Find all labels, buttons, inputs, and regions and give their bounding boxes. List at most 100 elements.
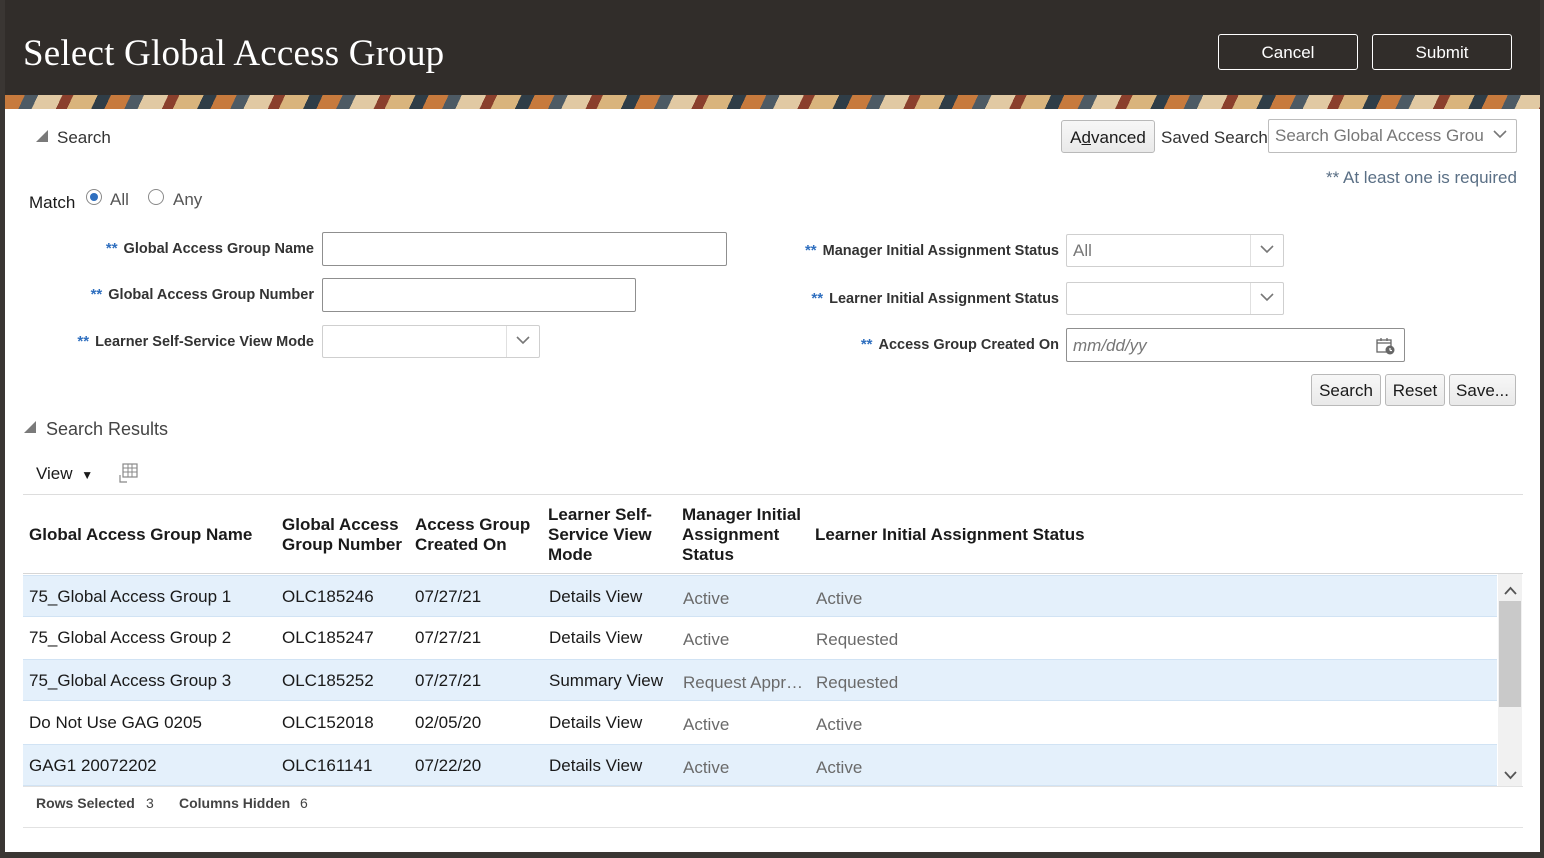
column-header[interactable]: Access Group Created On xyxy=(415,515,540,555)
gag-name-label: ** Global Access Group Name xyxy=(106,240,314,257)
decorative-banner xyxy=(5,95,1540,109)
search-results-label: Search Results xyxy=(46,419,169,439)
table-cell-created: 02/05/20 xyxy=(415,713,482,732)
required-marker: ** xyxy=(105,240,118,257)
collapse-results-icon[interactable] xyxy=(24,421,36,433)
table-cell-learner-status: Active xyxy=(816,758,863,777)
table-cell-created: 07/22/20 xyxy=(415,756,482,775)
select-global-access-group-dialog: Select Global Access Group Cancel Submit… xyxy=(5,0,1540,852)
calendar-icon[interactable] xyxy=(1376,337,1396,360)
table-row[interactable]: 75_Global Access Group 2 OLC185247 07/27/2… xyxy=(23,617,1497,659)
match-all-label: All xyxy=(110,190,129,209)
required-marker: ** xyxy=(860,336,873,353)
view-menu-label: View xyxy=(36,464,73,483)
vertical-scrollbar[interactable] xyxy=(1498,574,1522,786)
created-on-label: ** Access Group Created On xyxy=(861,336,1059,353)
gag-number-input[interactable] xyxy=(322,278,636,312)
required-note: ** At least one is required xyxy=(1326,168,1517,187)
table-cell-view-mode: Details View xyxy=(549,756,643,775)
advanced-button-label: Advanced xyxy=(1070,128,1146,147)
column-header[interactable]: Manager Initial Assignment Status xyxy=(682,505,807,565)
table-bottom-border xyxy=(23,786,1523,787)
gag-number-label-text: Global Access Group Number xyxy=(108,287,314,303)
table-row[interactable]: 75_Global Access Group 1 OLC185246 07/27/2… xyxy=(23,575,1497,617)
table-cell-name: GAG1 20072202 xyxy=(29,756,157,775)
table-cell-name: Do Not Use GAG 0205 xyxy=(29,713,202,732)
learner-status-select[interactable] xyxy=(1066,282,1284,315)
view-mode-select[interactable] xyxy=(322,325,540,358)
manager-status-select[interactable]: All xyxy=(1066,234,1284,267)
table-cell-manager-status: Active xyxy=(683,715,730,734)
table-row[interactable]: GAG1 20072202 OLC161141 07/22/20 Details Vi… xyxy=(23,744,1497,786)
reset-button[interactable]: Reset xyxy=(1385,374,1445,406)
created-on-label-text: Access Group Created On xyxy=(878,337,1060,353)
table-cell-number: OLC185247 xyxy=(282,628,374,647)
manager-status-value: All xyxy=(1073,241,1092,260)
table-cell-view-mode: Details View xyxy=(549,587,643,606)
scroll-down-icon[interactable] xyxy=(1504,767,1517,785)
collapse-search-icon[interactable] xyxy=(36,130,48,142)
table-cell-manager-status: Active xyxy=(683,758,730,777)
table-cell-learner-status: Requested xyxy=(816,630,899,649)
scroll-up-icon[interactable] xyxy=(1504,582,1517,600)
table-cell-created: 07/27/21 xyxy=(415,671,482,690)
save-search-button[interactable]: Save... xyxy=(1449,374,1516,406)
search-button[interactable]: Search xyxy=(1311,374,1381,406)
column-header[interactable]: Global Access Group Name xyxy=(29,525,252,545)
scrollbar-thumb[interactable] xyxy=(1499,601,1521,707)
required-marker: ** xyxy=(90,286,103,303)
column-header[interactable]: Learner Self-Service View Mode xyxy=(548,505,668,565)
learner-status-label-text: Learner Initial Assignment Status xyxy=(829,291,1059,307)
view-mode-label: ** Learner Self-Service View Mode xyxy=(77,333,314,350)
table-cell-learner-status: Active xyxy=(816,715,863,734)
table-cell-view-mode: Details View xyxy=(549,713,643,732)
rows-selected-label: Rows Selected xyxy=(36,795,135,811)
column-header[interactable]: Global Access Group Number xyxy=(282,515,407,555)
required-marker: ** xyxy=(804,242,817,259)
header-divider xyxy=(23,573,1523,574)
rows-selected-value: 3 xyxy=(146,795,154,811)
column-header[interactable]: Learner Initial Assignment Status xyxy=(815,525,1085,545)
gag-name-label-text: Global Access Group Name xyxy=(123,241,314,257)
chevron-down-icon[interactable] xyxy=(1250,283,1283,314)
table-row[interactable]: 75_Global Access Group 3 OLC185252 07/27/2… xyxy=(23,659,1497,701)
table-cell-manager-status: Request Appr… xyxy=(683,673,803,692)
view-menu[interactable]: View ▼ xyxy=(36,464,93,484)
saved-search-select[interactable]: Search Global Access Groups xyxy=(1268,119,1517,153)
table-cell-number: OLC185252 xyxy=(282,671,374,690)
gag-name-input[interactable] xyxy=(322,232,727,266)
table-cell-learner-status: Requested xyxy=(816,673,899,692)
table-cell-view-mode: Summary View xyxy=(549,671,663,690)
chevron-down-icon[interactable] xyxy=(1484,120,1516,151)
manager-status-label: ** Manager Initial Assignment Status xyxy=(805,242,1059,259)
table-cell-manager-status: Active xyxy=(683,589,730,608)
submit-button[interactable]: Submit xyxy=(1372,34,1512,70)
learner-status-label: ** Learner Initial Assignment Status xyxy=(811,290,1059,307)
table-cell-name: 75_Global Access Group 2 xyxy=(29,628,232,647)
table-cell-name: 75_Global Access Group 1 xyxy=(29,587,232,606)
footer-divider xyxy=(23,827,1523,828)
caret-down-icon: ▼ xyxy=(81,468,94,482)
cancel-button[interactable]: Cancel xyxy=(1218,34,1358,70)
required-marker: ** xyxy=(811,290,824,307)
detach-table-icon[interactable] xyxy=(119,463,139,488)
columns-hidden-label: Columns Hidden xyxy=(179,795,291,811)
table-cell-view-mode: Details View xyxy=(549,628,643,647)
table-cell-created: 07/27/21 xyxy=(415,628,482,647)
table-row[interactable]: Do Not Use GAG 0205 OLC152018 02/05/20 Deta… xyxy=(23,702,1497,744)
created-on-date-input[interactable]: mm/dd/yy xyxy=(1066,328,1405,362)
table-cell-name: 75_Global Access Group 3 xyxy=(29,671,232,690)
table-cell-number: OLC185246 xyxy=(282,587,374,606)
saved-search-value: Search Global Access Groups xyxy=(1275,126,1485,145)
chevron-down-icon[interactable] xyxy=(1250,235,1283,266)
required-marker: ** xyxy=(77,333,90,350)
saved-search-label: Saved Search xyxy=(1161,128,1268,147)
table-cell-number: OLC152018 xyxy=(282,713,374,732)
chevron-down-icon[interactable] xyxy=(506,326,539,357)
match-any-radio[interactable] xyxy=(148,189,164,205)
advanced-button[interactable]: Advanced xyxy=(1061,120,1155,153)
table-cell-created: 07/27/21 xyxy=(415,587,482,606)
match-any-label: Any xyxy=(173,190,203,209)
match-all-radio[interactable] xyxy=(86,189,102,205)
table-cell-manager-status: Active xyxy=(683,630,730,649)
